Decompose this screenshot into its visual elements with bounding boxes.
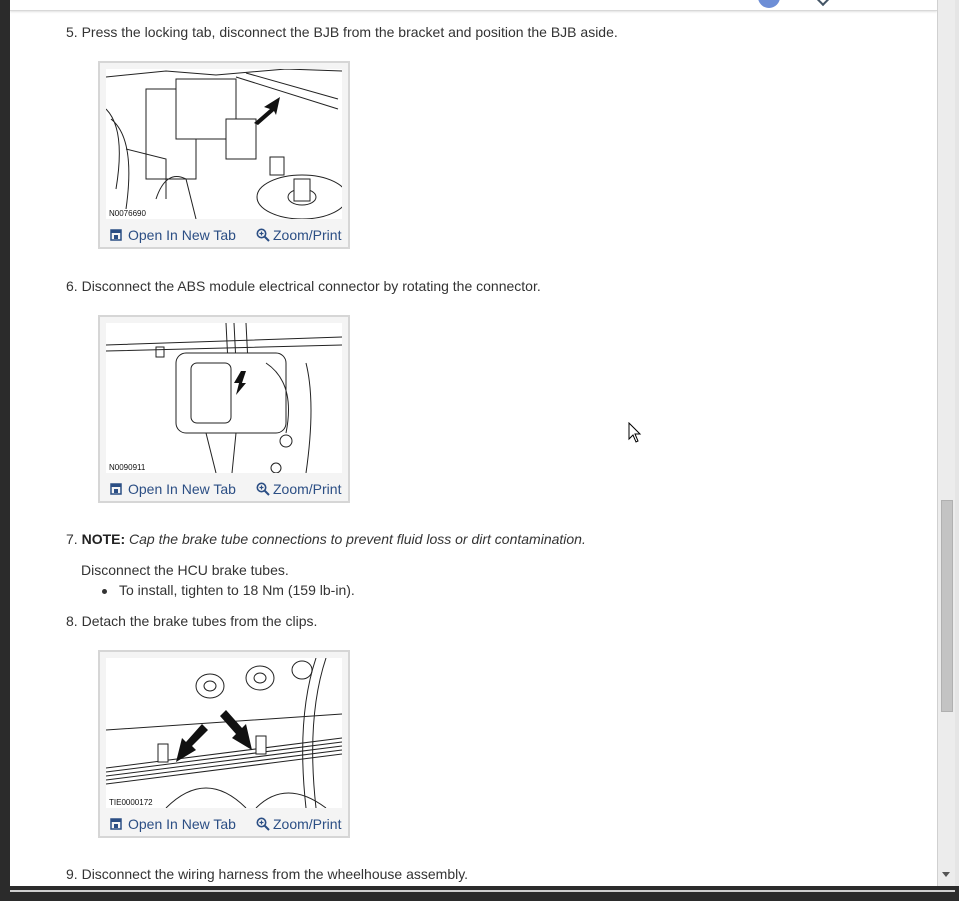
step-number: 9. — [66, 866, 78, 882]
step-number: 6. — [66, 278, 78, 294]
figure-links: Open In New Tab Zoom/Print — [100, 223, 348, 247]
figure-abs-connector: N0090911 Open In New Tab Zoom/Print — [98, 315, 350, 503]
window-bottom-border — [0, 886, 959, 901]
note-text: Cap the brake tube connections to preven… — [129, 531, 586, 547]
step-text: Detach the brake tubes from the clips. — [81, 613, 318, 629]
step-7-note: 7. NOTE: Cap the brake tube connections … — [66, 531, 586, 547]
scrollbar-thumb[interactable] — [941, 500, 953, 712]
open-in-new-tab-label: Open In New Tab — [128, 481, 236, 497]
mouse-cursor-icon — [628, 421, 642, 449]
zoom-print-label: Zoom/Print — [273, 227, 342, 243]
abs-illustration — [106, 323, 342, 473]
open-in-new-tab-link[interactable]: Open In New Tab — [110, 481, 236, 498]
figure-bjb: N0076690 Open In New Tab Zoom/Print — [98, 61, 350, 249]
zoom-icon — [256, 228, 270, 245]
step-number: 5. — [66, 24, 78, 40]
open-new-tab-icon — [110, 817, 122, 833]
top-toolbar — [10, 0, 937, 11]
zoom-print-link[interactable]: Zoom/Print — [256, 481, 341, 499]
figure-code: TIE0000172 — [108, 798, 154, 807]
step-6: 6. Disconnect the ABS module electrical … — [66, 277, 541, 295]
zoom-icon — [256, 482, 270, 499]
vertical-scrollbar[interactable] — [937, 0, 956, 886]
figure-code: N0090911 — [108, 463, 147, 472]
figure-image[interactable]: N0090911 — [106, 323, 342, 473]
zoom-icon — [256, 817, 270, 834]
step-7-bullet: To install, tighten to 18 Nm (159 lb-in)… — [102, 582, 355, 598]
figure-links: Open In New Tab Zoom/Print — [100, 812, 348, 836]
open-in-new-tab-link[interactable]: Open In New Tab — [110, 816, 236, 833]
scroll-down-arrow-icon[interactable] — [942, 872, 950, 877]
window-border — [955, 0, 959, 901]
figure-image[interactable]: N0076690 — [106, 69, 342, 219]
zoom-print-link[interactable]: Zoom/Print — [256, 227, 341, 245]
bjb-illustration — [106, 69, 342, 219]
open-in-new-tab-label: Open In New Tab — [128, 816, 236, 832]
divider — [10, 890, 955, 892]
open-in-new-tab-link[interactable]: Open In New Tab — [110, 227, 236, 244]
step-text: Press the locking tab, disconnect the BJ… — [81, 24, 618, 40]
bullet-dot — [102, 588, 107, 594]
step-8: 8. Detach the brake tubes from the clips… — [66, 612, 317, 630]
step-9: 9. Disconnect the wiring harness from th… — [66, 865, 468, 883]
step-text: Disconnect the wiring harness from the w… — [81, 866, 469, 882]
figure-links: Open In New Tab Zoom/Print — [100, 477, 348, 501]
figure-code: N0076690 — [108, 209, 147, 218]
zoom-print-label: Zoom/Print — [273, 481, 342, 497]
figure-image[interactable]: TIE0000172 — [106, 658, 342, 808]
note-label: NOTE: — [81, 531, 126, 547]
content-viewport: 5. Press the locking tab, disconnect the… — [10, 0, 937, 886]
step-number: 8. — [66, 613, 78, 629]
brake-tubes-illustration — [106, 658, 342, 808]
open-new-tab-icon — [110, 482, 122, 498]
step-text: Disconnect the ABS module electrical con… — [81, 278, 541, 294]
bullet-text: To install, tighten to 18 Nm (159 lb-in)… — [119, 582, 355, 598]
open-new-tab-icon — [110, 228, 122, 244]
zoom-print-link[interactable]: Zoom/Print — [256, 816, 341, 834]
step-5: 5. Press the locking tab, disconnect the… — [66, 23, 618, 41]
figure-brake-tubes: TIE0000172 Open In New Tab Zoom/Print — [98, 650, 350, 838]
chevron-down-icon[interactable] — [815, 0, 831, 7]
open-in-new-tab-label: Open In New Tab — [128, 227, 236, 243]
step-number: 7. — [66, 531, 78, 547]
toolbar-avatar[interactable] — [758, 0, 780, 8]
step-7-text: Disconnect the HCU brake tubes. — [81, 562, 289, 578]
zoom-print-label: Zoom/Print — [273, 816, 342, 832]
